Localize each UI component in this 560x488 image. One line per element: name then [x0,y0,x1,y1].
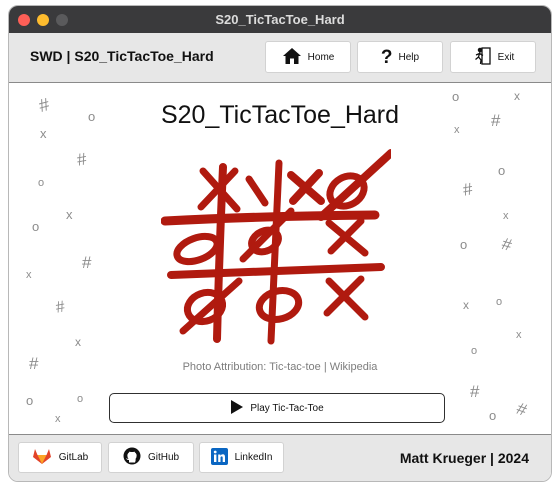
bg-o-symbol: o [26,393,34,408]
play-label: Play Tic-Tac-Toe [250,402,324,414]
linkedin-icon [210,447,228,468]
window-titlebar: S20_TicTacToe_Hard [9,6,551,33]
bg-o-symbol: o [460,237,468,252]
bg-hash-symbol: # [470,382,480,401]
bg-hash-symbol: # [54,298,67,317]
bg-o-symbol: o [77,393,84,405]
gitlab-icon [32,447,52,468]
exit-icon [472,46,492,69]
author-credit: Matt Krueger | 2024 [399,450,529,466]
bg-x-symbol: x [75,335,81,349]
github-label: GitHub [147,452,180,463]
bg-o-symbol: o [471,345,478,357]
bg-o-symbol: o [498,163,506,178]
bg-hash-symbol: # [514,398,530,421]
page-title: S20_TicTacToe_Hard [160,101,400,129]
bg-x-symbol: x [503,210,509,222]
window-title: S20_TicTacToe_Hard [215,12,345,27]
app-window: S20_TicTacToe_Hard SWD | S20_TicTacToe_H… [8,5,552,482]
github-button[interactable]: GitHub [108,442,194,473]
play-button[interactable]: Play Tic-Tac-Toe [109,393,445,423]
linkedin-label: LinkedIn [234,452,273,463]
gitlab-label: GitLab [58,452,89,463]
exit-button[interactable]: Exit [450,41,536,73]
bg-hash-symbol: # [82,253,92,272]
home-icon [282,47,302,68]
bg-x-symbol: x [26,269,32,281]
footer-bar: GitLab GitHub LinkedIn Matt Krueger | 20… [9,434,551,481]
main-content: # o x # o x o # x # x # o o x o x # x o … [9,84,551,434]
help-label: Help [398,51,420,63]
bg-x-symbol: x [516,329,522,341]
bg-o-symbol: o [489,408,497,423]
header-bar: SWD | S20_TicTacToe_Hard Home ? Help Exi [9,33,551,83]
linkedin-button[interactable]: LinkedIn [199,442,284,473]
photo-attribution: Photo Attribution: Tic-tac-toe | Wikiped… [182,361,378,373]
bg-x-symbol: x [55,413,61,425]
bg-x-symbol: x [66,207,73,222]
app-name: SWD | S20_TicTacToe_Hard [30,48,214,64]
bg-hash-symbol: # [461,179,475,200]
home-label: Home [307,51,335,63]
exit-label: Exit [497,51,515,63]
help-button[interactable]: ? Help [357,41,443,73]
bg-o-symbol: o [496,296,503,308]
bg-o-symbol: o [38,177,45,189]
gitlab-button[interactable]: GitLab [18,442,102,473]
tic-tac-toe-board-image [160,149,395,349]
bg-hash-symbol: # [499,234,514,255]
bg-hash-symbol: # [75,149,89,170]
play-icon [230,399,244,418]
help-icon: ? [380,46,393,68]
bg-x-symbol: x [463,298,469,312]
home-button[interactable]: Home [265,41,351,73]
bg-o-symbol: o [32,219,40,234]
github-icon [123,447,141,468]
